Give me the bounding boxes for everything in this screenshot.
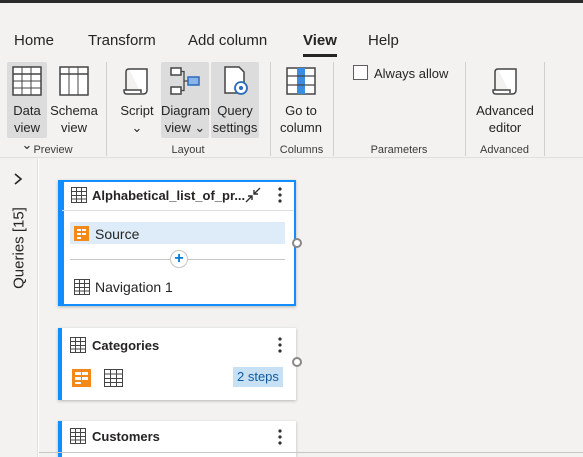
queries-pane-collapsed xyxy=(0,158,38,457)
step-label-source[interactable]: Source xyxy=(95,226,139,242)
group-label-advanced: Advanced xyxy=(480,144,529,156)
data-view-label: Data xyxy=(13,103,41,118)
ribbon-separator xyxy=(465,62,466,156)
tab-view[interactable]: View xyxy=(303,32,337,57)
ribbon-separator xyxy=(270,62,271,156)
canvas-bottom-border xyxy=(39,452,583,453)
advanced-editor-icon xyxy=(492,68,517,95)
query-settings-label-2: settings xyxy=(212,120,258,135)
go-to-column-button[interactable]: Go to column xyxy=(277,62,325,138)
ribbon-separator xyxy=(106,62,107,156)
output-port[interactable] xyxy=(292,357,302,367)
step-label-navigation[interactable]: Navigation 1 xyxy=(95,279,173,295)
script-label: Script xyxy=(120,103,154,118)
schema-view-label-2: view xyxy=(60,120,87,135)
more-options-icon[interactable] xyxy=(277,428,283,446)
advanced-editor-label-2: editor xyxy=(488,120,522,135)
source-step-icon xyxy=(74,226,89,241)
source-step-icon xyxy=(72,369,91,387)
script-label-2: ⌄ xyxy=(131,120,143,135)
query-card-accent-bar xyxy=(58,328,62,400)
chevron-right-icon[interactable] xyxy=(11,172,25,186)
table-icon xyxy=(70,337,86,353)
query-settings-button[interactable]: Query settings xyxy=(211,62,259,138)
script-button[interactable]: Script ⌄ xyxy=(116,62,158,138)
table-icon xyxy=(104,369,123,387)
group-label-preview: Preview xyxy=(33,144,73,156)
table-icon xyxy=(71,187,87,203)
output-port[interactable] xyxy=(292,238,302,248)
diagram-view-button[interactable]: Diagram view ⌄ xyxy=(161,62,211,138)
tab-help[interactable]: Help xyxy=(368,32,399,49)
group-label-layout: Layout xyxy=(171,144,205,156)
group-label-parameters: Parameters xyxy=(370,144,428,156)
ribbon-tab-bar: Home Transform Add column View Help xyxy=(0,3,583,59)
schema-view-label: Schema xyxy=(50,103,98,118)
query-card-title[interactable]: Alphabetical_list_of_pr... xyxy=(92,188,245,203)
script-icon xyxy=(123,68,148,95)
table-icon xyxy=(74,279,90,295)
query-settings-label: Query xyxy=(217,103,253,118)
always-allow-label[interactable]: Always allow xyxy=(374,66,448,81)
go-to-column-label-2: column xyxy=(280,120,322,135)
more-options-icon[interactable] xyxy=(277,186,283,204)
diagram-view-label-2: view ⌄ xyxy=(164,120,206,135)
ribbon-separator xyxy=(544,62,545,156)
schema-view-icon xyxy=(59,66,89,96)
add-step-button[interactable]: + xyxy=(170,250,188,268)
tab-transform[interactable]: Transform xyxy=(88,32,156,49)
card-header-divider xyxy=(62,210,294,211)
diagram-view-label: Diagram xyxy=(161,103,211,118)
group-label-columns: Columns xyxy=(279,144,324,156)
table-icon xyxy=(70,428,86,444)
query-card-title[interactable]: Customers xyxy=(92,429,160,444)
queries-pane-label[interactable]: Queries [15] xyxy=(11,207,28,289)
data-view-button[interactable]: Data view ⌄ xyxy=(7,62,47,152)
collapse-icon[interactable] xyxy=(244,186,262,204)
advanced-editor-button[interactable]: Advanced editor xyxy=(474,62,536,138)
advanced-editor-label: Advanced xyxy=(476,103,534,118)
schema-view-button[interactable]: Schema view xyxy=(50,62,98,138)
query-card-accent-bar xyxy=(60,182,64,304)
tab-home[interactable]: Home xyxy=(14,32,54,49)
diagram-view-icon xyxy=(170,67,200,95)
data-view-icon xyxy=(12,66,42,96)
query-card-title[interactable]: Categories xyxy=(92,338,159,353)
go-to-column-icon xyxy=(286,67,316,95)
step-count-badge[interactable]: 2 steps xyxy=(233,367,283,387)
always-allow-checkbox[interactable] xyxy=(353,65,368,80)
ribbon-separator xyxy=(333,62,334,156)
tab-add-column[interactable]: Add column xyxy=(188,32,267,49)
go-to-column-label: Go to xyxy=(285,103,317,118)
query-settings-icon xyxy=(224,66,248,95)
more-options-icon[interactable] xyxy=(277,336,283,354)
